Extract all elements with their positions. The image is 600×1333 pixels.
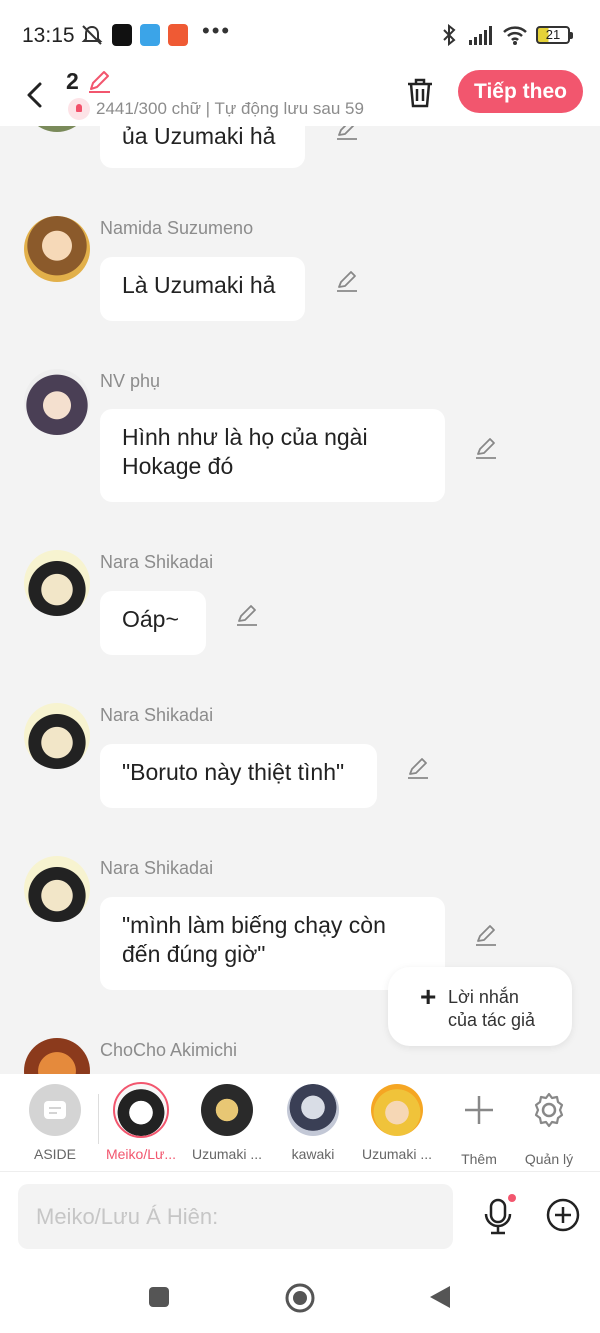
character-name: kawaki <box>291 1146 335 1162</box>
character-name: ASIDE <box>33 1146 76 1162</box>
edit-message-icon[interactable] <box>334 126 360 142</box>
character-item[interactable]: Uzumaki ... <box>352 1084 442 1162</box>
signal-icon <box>469 26 492 45</box>
speaker-name: Namida Suzumeno <box>100 218 254 238</box>
add-content-icon[interactable] <box>546 1198 580 1232</box>
avatar <box>24 369 90 435</box>
character-name: Uzumaki ... <box>191 1146 262 1162</box>
message-bubble[interactable]: Là Uzumaki hả <box>100 257 305 321</box>
back-button[interactable] <box>20 78 50 112</box>
message-input[interactable] <box>18 1184 453 1249</box>
edit-message-icon[interactable] <box>405 755 431 781</box>
microphone-icon[interactable] <box>480 1194 518 1236</box>
status-time: 13:15 <box>22 24 75 47</box>
character-name: Meiko/Lư... <box>105 1146 177 1162</box>
edit-message-icon[interactable] <box>473 435 499 461</box>
message-bubble[interactable]: Oáp~ <box>100 591 206 655</box>
avatar <box>24 703 90 769</box>
chat-area: ủa Uzumaki hả Namida Suzumeno Là Uzumaki… <box>0 126 600 1074</box>
bluetooth-icon <box>443 24 456 46</box>
message-bubble[interactable]: ủa Uzumaki hả <box>100 126 305 168</box>
avatar <box>201 1084 253 1136</box>
avatar <box>24 856 90 922</box>
delete-button[interactable] <box>404 76 436 110</box>
author-note-button[interactable]: + Lời nhắn của tác giả <box>388 967 572 1046</box>
input-bar <box>0 1172 600 1262</box>
speaker-name: NV phụ <box>100 371 161 391</box>
home-button[interactable] <box>284 1282 316 1314</box>
system-nav-bar <box>0 1262 600 1333</box>
avatar <box>24 126 90 132</box>
word-count-row: 2441/300 chữ | Tự động lưu sau 59 <box>68 98 380 122</box>
battery-icon: 21 <box>536 26 573 44</box>
recent-apps-button[interactable] <box>148 1286 170 1308</box>
avatar <box>24 1038 90 1074</box>
app-notification-icon <box>112 24 132 46</box>
plus-icon <box>465 1096 493 1124</box>
edit-message-icon[interactable] <box>473 922 499 948</box>
gear-icon <box>534 1092 564 1128</box>
message-bubble[interactable]: "Boruto này thiệt tình" <box>100 744 377 808</box>
speaker-name: Nara Shikadai <box>100 705 214 725</box>
word-count-text: 2441/300 chữ | Tự động lưu sau 59 <box>96 99 364 118</box>
editor-header: 2 2441/300 chữ | Tự động lưu sau 59 Tiếp… <box>0 68 600 126</box>
mute-bell-icon <box>81 25 103 45</box>
avatar <box>113 1082 169 1138</box>
character-aside[interactable]: ASIDE <box>10 1084 100 1162</box>
avatar <box>287 1084 339 1136</box>
character-item[interactable]: kawaki <box>268 1084 358 1162</box>
character-bar: ASIDE Meiko/Lư... Uzumaki ... kawaki Uzu… <box>0 1074 600 1172</box>
shop-notification-icon <box>168 24 188 46</box>
edit-title-icon[interactable] <box>86 68 112 94</box>
app-notification-icon <box>140 24 160 46</box>
plus-icon: + <box>420 981 437 1012</box>
aside-icon <box>29 1084 81 1136</box>
author-note-label: Lời nhắn của tác giả <box>448 987 536 1030</box>
notification-bell-icon <box>68 98 90 120</box>
avatar <box>24 216 90 282</box>
character-selected[interactable]: Meiko/Lư... <box>96 1082 186 1162</box>
more-notifications-icon: ••• <box>202 18 232 43</box>
character-item[interactable]: Uzumaki ... <box>182 1084 272 1162</box>
speaker-name: Nara Shikadai <box>100 858 214 878</box>
wifi-icon <box>503 26 527 45</box>
status-bar: 13:15 ••• 21 <box>0 0 600 70</box>
message-bubble[interactable]: Hình như là họ của ngài Hokage đó <box>100 409 445 502</box>
edit-message-icon[interactable] <box>234 602 260 628</box>
avatar <box>371 1084 423 1136</box>
manage-characters-label: Quản lý <box>524 1151 574 1167</box>
manage-characters-button[interactable]: Quản lý <box>504 1084 594 1167</box>
avatar <box>24 550 90 616</box>
speaker-name: ChoCho Akimichi <box>100 1040 238 1060</box>
chapter-number: 2 <box>66 68 79 94</box>
character-name: Uzumaki ... <box>361 1146 432 1162</box>
next-button[interactable]: Tiếp theo <box>458 70 583 113</box>
speaker-name: Nara Shikadai <box>100 552 214 572</box>
edit-message-icon[interactable] <box>334 268 360 294</box>
back-nav-button[interactable] <box>428 1284 452 1310</box>
